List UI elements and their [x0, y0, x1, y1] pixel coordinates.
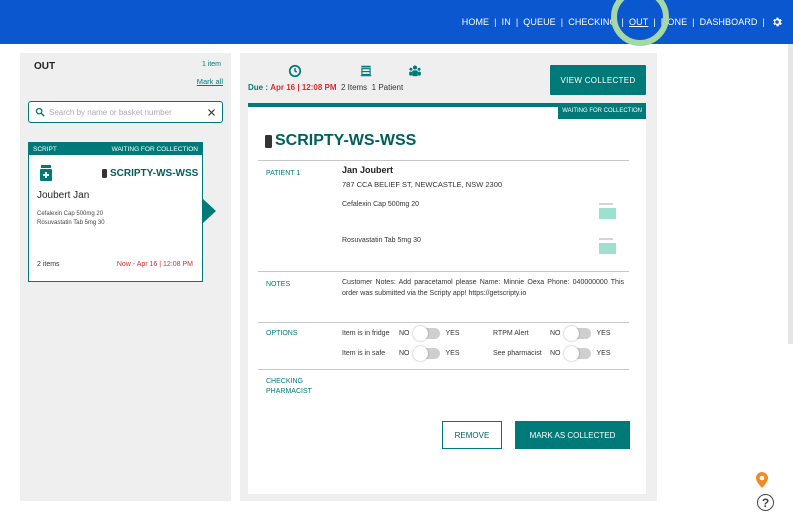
gear-icon[interactable] — [771, 16, 783, 28]
card-med: Rosuvastatin Tab 5mg 30 — [37, 220, 105, 226]
option-rtpm: RTPM Alert NO YES — [493, 326, 611, 341]
status-badge: WAITING FOR COLLECTION — [558, 103, 646, 119]
option-no: NO — [550, 350, 561, 357]
option-no: NO — [550, 330, 561, 337]
divider — [258, 322, 629, 323]
due-time: Apr 16 | 12:08 PM — [270, 83, 337, 92]
option-fridge: Item is in fridge NO YES — [342, 326, 460, 341]
notes-text: Customer Notes: Add paracetamol please N… — [342, 279, 624, 297]
options-label: OPTIONS — [266, 330, 298, 337]
option-label: Item is in fridge — [342, 330, 390, 337]
phone-icon — [265, 134, 272, 148]
clear-icon[interactable] — [207, 108, 216, 117]
items-count: 2 Items — [340, 83, 368, 92]
notes-label: NOTES — [266, 281, 291, 288]
rtpm-toggle[interactable] — [563, 326, 591, 341]
mark-as-collected-button[interactable]: MARK AS COLLECTED — [515, 421, 630, 449]
option-no: NO — [399, 350, 410, 357]
medicine-bottle-icon — [40, 165, 52, 181]
script-image-thumbnail[interactable] — [598, 235, 617, 259]
clock-icon — [288, 64, 302, 78]
option-yes: YES — [445, 330, 460, 337]
selected-card-pointer — [203, 199, 216, 223]
due-label: Due : — [248, 83, 268, 92]
option-label: Item is in safe — [342, 350, 386, 357]
nav-home[interactable]: HOME — [457, 17, 494, 27]
script-code: SCRIPTY-WS-WSS — [265, 132, 416, 150]
help-icon[interactable]: ? — [757, 494, 774, 511]
medication-line: Rosuvastatin Tab 5mg 30 — [342, 237, 421, 244]
checking-pharmacist-label: CHECKING PHARMACIST — [266, 378, 312, 395]
detail-panel: Due : Apr 16 | 12:08 PM 2 Items 1 Patien… — [240, 53, 657, 501]
card-type: SCRIPT — [33, 145, 57, 153]
divider — [258, 369, 629, 370]
mark-all-link[interactable]: Mark all — [197, 77, 223, 86]
card-items: 2 items — [37, 261, 60, 268]
divider — [258, 271, 629, 272]
fridge-toggle[interactable] — [412, 326, 440, 341]
search-box — [28, 101, 223, 123]
script-detail-sheet: WAITING FOR COLLECTION SCRIPTY-WS-WSS PA… — [248, 103, 646, 494]
option-no: NO — [399, 330, 410, 337]
card-med: Cefalexin Cap 500mg 20 — [37, 211, 104, 217]
nav-queue[interactable]: QUEUE — [518, 17, 561, 27]
card-header: SCRIPT WAITING FOR COLLECTION — [29, 143, 202, 155]
nav-dashboard[interactable]: DASHBOARD — [695, 17, 763, 27]
safe-toggle[interactable] — [412, 346, 440, 361]
search-input[interactable] — [49, 107, 207, 117]
patient-address: 787 CCA BELIEF ST, NEWCASTLE, NSW 2300 — [342, 180, 503, 189]
location-pin-icon[interactable] — [755, 472, 769, 488]
option-see-pharmacist: See pharmacist NO YES — [493, 346, 611, 361]
option-label: RTPM Alert — [493, 330, 529, 337]
patient-label: PATIENT 1 — [266, 170, 301, 177]
remove-button[interactable]: REMOVE — [442, 421, 502, 449]
card-code-text: SCRIPTY-WS-WSS — [110, 168, 199, 179]
top-nav-bar: HOME | IN | QUEUE | CHECKING | OUT | DONE | DA… — [0, 0, 793, 44]
nav-in[interactable]: IN — [497, 17, 516, 27]
option-safe: Item is in safe NO YES — [342, 346, 460, 361]
option-label: See pharmacist — [493, 350, 542, 357]
panel-title: OUT — [34, 61, 56, 72]
item-count: 1 item — [201, 61, 221, 68]
card-patient-name: Joubert Jan — [37, 190, 90, 201]
view-collected-button[interactable]: VIEW COLLECTED — [550, 65, 646, 95]
card-code: SCRIPTY-WS-WSS — [102, 168, 198, 179]
see-pharmacist-toggle[interactable] — [563, 346, 591, 361]
due-summary: Due : Apr 16 | 12:08 PM 2 Items 1 Patien… — [248, 83, 403, 92]
script-card[interactable]: SCRIPT WAITING FOR COLLECTION SCRIPTY-WS… — [28, 142, 203, 282]
medication-line: Cefalexin Cap 500mg 20 — [342, 201, 420, 208]
card-status: WAITING FOR COLLECTION — [111, 145, 198, 153]
card-due: Now - Apr 16 | 12:08 PM — [116, 261, 193, 268]
script-code-text: SCRIPTY-WS-WSS — [275, 132, 417, 149]
option-yes: YES — [596, 350, 611, 357]
patients-count: 1 Patient — [371, 83, 404, 92]
option-yes: YES — [445, 350, 460, 357]
basket-icon — [360, 65, 372, 77]
scrollbar-track[interactable] — [788, 44, 793, 344]
patients-icon — [409, 65, 421, 77]
search-icon — [35, 107, 45, 117]
divider — [258, 160, 629, 161]
phone-icon — [102, 169, 107, 178]
script-image-thumbnail[interactable] — [598, 200, 617, 224]
option-yes: YES — [596, 330, 611, 337]
patient-name: Jan Joubert — [342, 165, 394, 175]
